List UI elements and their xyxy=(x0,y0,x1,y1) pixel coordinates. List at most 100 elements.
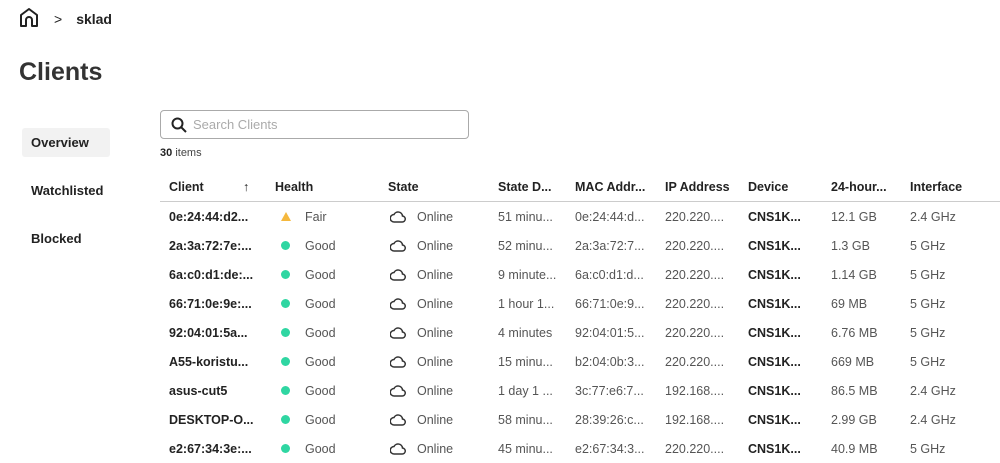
health-label: Good xyxy=(305,412,336,427)
ip-address: 192.168.... xyxy=(665,383,725,398)
device-link[interactable]: CNS1K... xyxy=(748,239,801,253)
table-row[interactable]: 6a:c0:d1:de:... Good Online 9 minute... … xyxy=(160,260,1000,289)
search-input[interactable]: Search Clients xyxy=(160,110,469,139)
usage-24h: 1.14 GB xyxy=(831,267,877,282)
nav-watchlisted[interactable]: Watchlisted xyxy=(22,176,110,205)
state-label: Online xyxy=(417,325,454,340)
table-row[interactable]: 92:04:01:5a... Good Online 4 minutes 92:… xyxy=(160,318,1000,347)
client-name[interactable]: 92:04:01:5a... xyxy=(169,326,248,340)
chevron-right-icon: > xyxy=(54,11,63,27)
column-header[interactable]: 24-hour... xyxy=(831,180,887,194)
client-name[interactable]: asus-cut5 xyxy=(169,384,227,398)
state-duration: 1 day 1 ... xyxy=(498,383,553,398)
cloud-icon xyxy=(389,239,406,253)
table-row[interactable]: asus-cut5 Good Online 1 day 1 ... 3c:77:… xyxy=(160,376,1000,405)
client-name[interactable]: e2:67:34:3e:... xyxy=(169,442,252,456)
health-label: Good xyxy=(305,383,336,398)
breadcrumb-current[interactable]: sklad xyxy=(76,11,112,27)
state-duration: 1 hour 1... xyxy=(498,296,555,311)
table-row[interactable]: e2:67:34:3e:... Good Online 45 minu... e… xyxy=(160,434,1000,463)
state-label: Online xyxy=(417,383,454,398)
table-row[interactable]: DESKTOP-O... Good Online 58 minu... 28:3… xyxy=(160,405,1000,434)
health-label: Good xyxy=(305,441,336,456)
state-duration: 4 minutes xyxy=(498,325,553,340)
device-link[interactable]: CNS1K... xyxy=(748,210,801,224)
state-label: Online xyxy=(417,267,454,282)
device-link[interactable]: CNS1K... xyxy=(748,384,801,398)
column-header[interactable]: Client xyxy=(169,180,204,194)
cloud-icon xyxy=(389,355,406,369)
usage-24h: 12.1 GB xyxy=(831,209,877,224)
column-header[interactable]: IP Address xyxy=(665,180,730,194)
mac-address: 0e:24:44:d... xyxy=(575,209,645,224)
interface: 2.4 GHz xyxy=(910,412,956,427)
column-header[interactable]: Device xyxy=(748,180,788,194)
status-dot-icon xyxy=(281,269,290,279)
item-count: 30 items xyxy=(160,147,202,159)
client-name[interactable]: DESKTOP-O... xyxy=(169,413,254,427)
device-link[interactable]: CNS1K... xyxy=(748,413,801,427)
column-header[interactable]: Interface xyxy=(910,180,962,194)
interface: 5 GHz xyxy=(910,325,946,340)
interface: 2.4 GHz xyxy=(910,209,956,224)
home-icon[interactable] xyxy=(18,6,40,33)
status-dot-icon xyxy=(281,240,290,250)
mac-address: 66:71:0e:9... xyxy=(575,296,645,311)
state-label: Online xyxy=(417,354,454,369)
state-duration: 52 minu... xyxy=(498,238,553,253)
health-label: Good xyxy=(305,354,336,369)
ip-address: 220.220.... xyxy=(665,354,725,369)
health-label: Good xyxy=(305,325,336,340)
interface: 5 GHz xyxy=(910,296,946,311)
table-header: Client Health State State D... MAC Addr... IP… xyxy=(160,172,1000,202)
column-header[interactable]: State xyxy=(388,180,419,194)
interface: 2.4 GHz xyxy=(910,383,956,398)
status-dot-icon xyxy=(281,443,290,453)
ip-address: 220.220.... xyxy=(665,238,725,253)
column-header[interactable]: MAC Addr... xyxy=(575,180,645,194)
client-name[interactable]: 6a:c0:d1:de:... xyxy=(169,268,253,282)
client-name[interactable]: A55-koristu... xyxy=(169,355,248,369)
table-row[interactable]: 2a:3a:72:7e:... Good Online 52 minu... 2… xyxy=(160,231,1000,260)
state-duration: 45 minu... xyxy=(498,441,553,456)
usage-24h: 2.99 GB xyxy=(831,412,877,427)
device-link[interactable]: CNS1K... xyxy=(748,297,801,311)
state-label: Online xyxy=(417,296,454,311)
warning-triangle-icon xyxy=(281,211,291,221)
cloud-icon xyxy=(389,326,406,340)
column-header[interactable]: Health xyxy=(275,180,313,194)
status-dot-icon xyxy=(281,356,290,366)
health-label: Fair xyxy=(305,209,327,224)
cloud-icon xyxy=(389,210,406,224)
ip-address: 220.220.... xyxy=(665,267,725,282)
device-link[interactable]: CNS1K... xyxy=(748,355,801,369)
device-link[interactable]: CNS1K... xyxy=(748,326,801,340)
state-duration: 58 minu... xyxy=(498,412,553,427)
device-link[interactable]: CNS1K... xyxy=(748,442,801,456)
usage-24h: 6.76 MB xyxy=(831,325,878,340)
health-label: Good xyxy=(305,267,336,282)
client-name[interactable]: 2a:3a:72:7e:... xyxy=(169,239,252,253)
state-duration: 15 minu... xyxy=(498,354,553,369)
ip-address: 220.220.... xyxy=(665,296,725,311)
client-name[interactable]: 66:71:0e:9e:... xyxy=(169,297,252,311)
sort-ascending-icon[interactable]: ↑ xyxy=(243,180,249,194)
interface: 5 GHz xyxy=(910,238,946,253)
column-header[interactable]: State D... xyxy=(498,180,552,194)
table-row[interactable]: 66:71:0e:9e:... Good Online 1 hour 1... … xyxy=(160,289,1000,318)
state-label: Online xyxy=(417,209,454,224)
cloud-icon xyxy=(389,268,406,282)
search-icon xyxy=(171,117,187,133)
state-label: Online xyxy=(417,412,454,427)
table-row[interactable]: 0e:24:44:d2... Fair Online 51 minu... 0e… xyxy=(160,202,1000,231)
ip-address: 220.220.... xyxy=(665,441,725,456)
table-row[interactable]: A55-koristu... Good Online 15 minu... b2… xyxy=(160,347,1000,376)
nav-overview[interactable]: Overview xyxy=(22,128,110,157)
breadcrumb: > sklad xyxy=(18,6,112,33)
cloud-icon xyxy=(389,442,406,456)
device-link[interactable]: CNS1K... xyxy=(748,268,801,282)
client-name[interactable]: 0e:24:44:d2... xyxy=(169,210,248,224)
health-label: Good xyxy=(305,238,336,253)
health-label: Good xyxy=(305,296,336,311)
nav-blocked[interactable]: Blocked xyxy=(22,224,110,253)
